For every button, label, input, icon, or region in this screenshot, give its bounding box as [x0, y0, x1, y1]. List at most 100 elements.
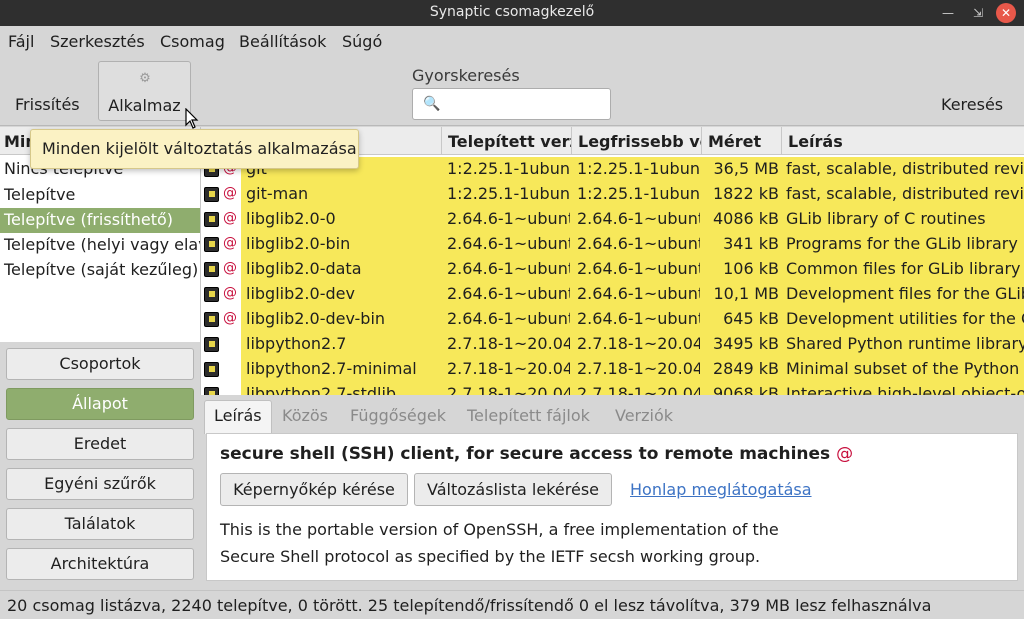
debian-icon: @ — [223, 210, 237, 226]
package-size: 4086 kB — [712, 209, 779, 228]
debian-icon: @ — [836, 444, 854, 464]
package-description: Shared Python runtime library (version 2… — [786, 334, 1024, 353]
installed-version: 2.7.18-1~20.04 — [447, 334, 570, 353]
package-summary-text: secure shell (SSH) client, for secure ac… — [220, 444, 831, 464]
details-pane: Leírás Közös Függőségek Telepített fájlo… — [200, 398, 1024, 588]
table-row[interactable]: libpython2.7-stdlib 2.7.18-1~20.04 2.7.1… — [201, 382, 1024, 395]
package-size: 3495 kB — [712, 334, 779, 353]
tab-versions[interactable]: Verziók — [615, 406, 673, 425]
package-name: libglib2.0-dev — [246, 284, 355, 303]
package-status-icon[interactable] — [204, 387, 219, 395]
debian-icon: @ — [223, 260, 237, 276]
package-name: libglib2.0-bin — [246, 234, 351, 253]
filter-item-local-obsolete[interactable]: Telepítve (helyi vagy elavult) — [0, 233, 200, 258]
sections-button[interactable]: Csoportok — [6, 348, 194, 380]
package-description: fast, scalable, distributed revision con… — [786, 159, 1024, 178]
filter-item-upgradable[interactable]: Telepítve (frissíthető) — [0, 208, 200, 233]
homepage-link[interactable]: Honlap meglátogatása — [630, 480, 812, 499]
installed-version: 2.7.18-1~20.04 — [447, 384, 570, 395]
architecture-button[interactable]: Architektúra — [6, 548, 194, 580]
package-description: fast, scalable, distributed revision con… — [786, 184, 1024, 203]
package-name: libpython2.7 — [246, 334, 347, 353]
package-description: Interactive high-level object-oriented l… — [786, 384, 1024, 395]
custom-filters-button[interactable]: Egyéni szűrők — [6, 468, 194, 500]
package-size: 2849 kB — [712, 359, 779, 378]
debian-icon: @ — [223, 285, 237, 301]
origin-button[interactable]: Eredet — [6, 428, 194, 460]
package-status-icon[interactable] — [204, 362, 219, 377]
installed-version: 2.64.6-1~ubuntu20.04 — [447, 284, 570, 303]
package-size: 106 kB — [723, 259, 779, 278]
tab-dependencies[interactable]: Függőségek — [350, 406, 446, 425]
package-status-icon[interactable] — [204, 312, 219, 327]
installed-version: 2.7.18-1~20.04 — [447, 359, 570, 378]
installed-version: 2.64.6-1~ubuntu20.04 — [447, 234, 570, 253]
table-row[interactable]: @ libglib2.0-bin 2.64.6-1~ubuntu20.04 2.… — [201, 232, 1024, 257]
menu-file[interactable]: Fájl — [8, 32, 34, 51]
menu-settings[interactable]: Beállítások — [239, 32, 326, 51]
package-description: GLib library of C routines — [786, 209, 986, 228]
table-row[interactable]: libpython2.7-minimal 2.7.18-1~20.04 2.7.… — [201, 357, 1024, 382]
package-size: 9068 kB — [712, 384, 779, 395]
package-status-icon[interactable] — [204, 337, 219, 352]
package-size: 36,5 MB — [713, 159, 780, 178]
table-row[interactable]: @ git-man 1:2.25.1-1ubuntu3 1:2.25.1-1ub… — [201, 182, 1024, 207]
latest-version: 2.7.18-1~20.04.1 — [577, 334, 700, 353]
package-status-icon[interactable] — [204, 237, 219, 252]
menu-help[interactable]: Súgó — [342, 32, 382, 51]
column-header-latest-version[interactable]: Legfrissebb verzió — [572, 127, 702, 155]
debian-icon: @ — [223, 310, 237, 326]
filter-item-manual[interactable]: Telepítve (saját kezűleg) — [0, 258, 200, 283]
debian-icon: @ — [223, 185, 237, 201]
menu-bar: Fájl Szerkesztés Csomag Beállítások Súgó — [0, 26, 1024, 58]
maximize-icon[interactable]: ⇲ — [968, 3, 988, 23]
close-icon[interactable]: ✕ — [996, 3, 1016, 23]
title-bar: Synaptic csomagkezelő — ⇲ ✕ — [0, 0, 1024, 26]
table-row[interactable]: @ libglib2.0-dev 2.64.6-1~ubuntu20.04 2.… — [201, 282, 1024, 307]
filter-item-installed[interactable]: Telepítve — [0, 183, 200, 208]
latest-version: 1:2.25.1-1ubuntu3 — [577, 184, 700, 203]
table-row[interactable]: @ libglib2.0-data 2.64.6-1~ubuntu20.04 2… — [201, 257, 1024, 282]
package-status-icon[interactable] — [204, 262, 219, 277]
latest-version: 2.7.18-1~20.04.1 — [577, 384, 700, 395]
minimize-icon[interactable]: — — [938, 3, 958, 23]
column-header-installed-version[interactable]: Telepített verzió — [442, 127, 572, 155]
apply-button[interactable]: ⚙ Alkalmaz — [98, 61, 191, 121]
get-changelog-button[interactable]: Változáslista lekérése — [414, 473, 612, 506]
installed-version: 2.64.6-1~ubuntu20.04 — [447, 309, 570, 328]
tab-description[interactable]: Leírás — [214, 406, 262, 425]
package-summary: secure shell (SSH) client, for secure ac… — [220, 444, 853, 464]
search-results-button[interactable]: Találatok — [6, 508, 194, 540]
package-status-icon[interactable] — [204, 287, 219, 302]
description-panel: secure shell (SSH) client, for secure ac… — [206, 433, 1018, 581]
reload-button[interactable]: Frissítés — [15, 95, 80, 114]
latest-version: 2.64.6-1~ubuntu20.04 — [577, 284, 700, 303]
tab-installed-files[interactable]: Telepített fájlok — [467, 406, 590, 425]
quicksearch-box[interactable]: 🔍 — [412, 88, 611, 120]
get-screenshot-button[interactable]: Képernyőkép kérése — [220, 473, 408, 506]
window-title: Synaptic csomagkezelő — [429, 4, 595, 20]
quicksearch-input[interactable] — [443, 93, 603, 115]
installed-version: 1:2.25.1-1ubuntu3 — [447, 184, 570, 203]
tab-common[interactable]: Közös — [282, 406, 328, 425]
table-row[interactable]: @ libglib2.0-dev-bin 2.64.6-1~ubuntu20.0… — [201, 307, 1024, 332]
installed-version: 1:2.25.1-1ubuntu3 — [447, 159, 570, 178]
apply-icon: ⚙ — [139, 71, 151, 86]
package-description: Development files for the GLib library — [786, 284, 1024, 303]
column-header-description[interactable]: Leírás — [782, 127, 1024, 155]
search-button[interactable]: Keresés — [941, 95, 1003, 114]
installed-version: 2.64.6-1~ubuntu20.04 — [447, 209, 570, 228]
package-description: Programs for the GLib library — [786, 234, 1018, 253]
status-text: 20 csomag listázva, 2240 telepítve, 0 tö… — [7, 596, 932, 615]
package-name: libpython2.7-minimal — [246, 359, 417, 378]
package-status-icon[interactable] — [204, 187, 219, 202]
column-header-size[interactable]: Méret — [702, 127, 782, 155]
table-row[interactable]: libpython2.7 2.7.18-1~20.04 2.7.18-1~20.… — [201, 332, 1024, 357]
package-status-icon[interactable] — [204, 212, 219, 227]
status-button[interactable]: Állapot — [6, 388, 194, 420]
quicksearch-label: Gyorskeresés — [412, 66, 520, 85]
menu-edit[interactable]: Szerkesztés — [50, 32, 145, 51]
table-row[interactable]: @ libglib2.0-0 2.64.6-1~ubuntu20.04 2.64… — [201, 207, 1024, 232]
package-description: Development utilities for the GLib libra… — [786, 309, 1024, 328]
menu-package[interactable]: Csomag — [160, 32, 225, 51]
